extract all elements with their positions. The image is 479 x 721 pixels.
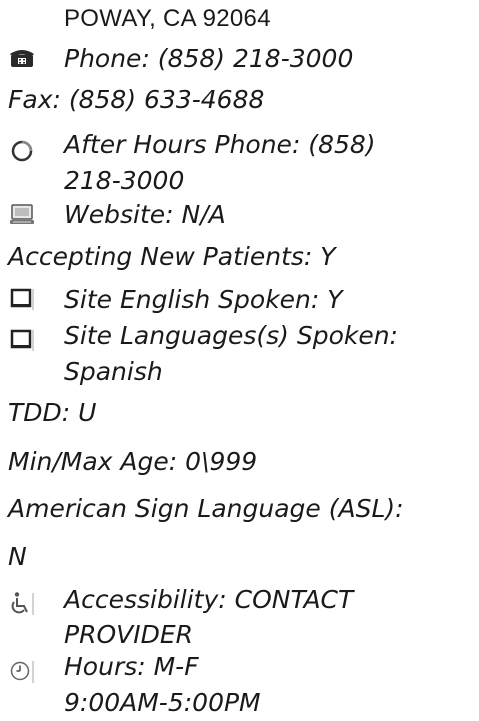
clock-icon bbox=[8, 658, 36, 686]
phone-text: Phone: (858) 218-3000 bbox=[64, 44, 354, 73]
english-language-icon bbox=[8, 285, 36, 313]
languages-icon bbox=[8, 326, 36, 354]
after-hours-phone-icon bbox=[8, 137, 36, 165]
min-max-age-text: Min/Max Age: 0\999 bbox=[8, 447, 258, 476]
after-hours-phone-line1: After Hours Phone: (858) bbox=[64, 130, 376, 159]
fax-text: Fax: (858) 633-4688 bbox=[8, 85, 265, 114]
site-english-spoken-text: Site English Spoken: Y bbox=[64, 285, 343, 314]
address-city-state-zip: POWAY, CA 92064 bbox=[64, 5, 271, 32]
wheelchair-icon bbox=[8, 590, 36, 618]
website-icon bbox=[8, 200, 36, 228]
after-hours-phone-line2: 218-3000 bbox=[64, 166, 185, 195]
website-text: Website: N/A bbox=[64, 200, 226, 229]
phone-icon bbox=[8, 44, 36, 72]
tdd-text: TDD: U bbox=[8, 398, 97, 427]
site-languages-spoken-line1: Site Languages(s) Spoken: bbox=[64, 321, 398, 350]
asl-line1: American Sign Language (ASL): bbox=[8, 494, 404, 523]
hours-line2: 9:00AM-5:00PM bbox=[64, 688, 261, 717]
accessibility-line1: Accessibility: CONTACT bbox=[64, 585, 354, 614]
asl-line2: N bbox=[8, 542, 27, 571]
accessibility-line2: PROVIDER bbox=[64, 620, 194, 649]
hours-line1: Hours: M-F bbox=[64, 652, 199, 681]
accepting-new-patients-text: Accepting New Patients: Y bbox=[8, 242, 336, 271]
site-languages-spoken-line2: Spanish bbox=[64, 357, 163, 386]
